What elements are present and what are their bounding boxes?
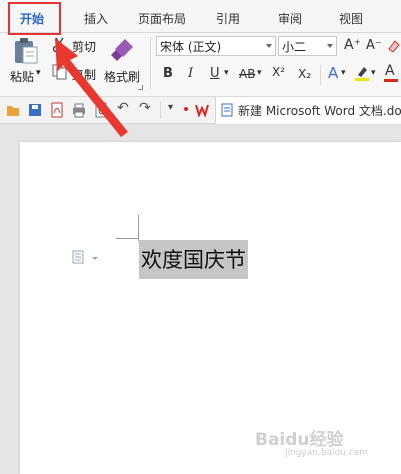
document-tab-title: 新建 Microsoft Word 文档.do [238,104,401,118]
cut-label: 剪切 [72,40,97,54]
grow-font-button[interactable]: A⁺ [344,37,361,53]
tab-references[interactable]: 引用 [216,10,240,27]
font-color-button[interactable]: A [384,63,398,83]
quick-access-toolbar: ↶ ↷ ▾ 新建 Microsoft Word 文档.do [0,97,401,124]
watermark: Baidu经验 [255,430,344,450]
margin-corner-mark [116,238,139,239]
copy-icon [52,64,67,80]
underline-button[interactable]: U [210,66,220,81]
watermark-sub: jingyan.baidu.com [285,448,369,458]
toolbar-separator [160,101,161,119]
format-painter-icon [111,39,133,61]
selected-text[interactable]: 欢度国庆节 [139,240,248,279]
copy-button[interactable]: 复制 [52,63,102,83]
print-icon[interactable] [72,102,86,118]
paste-button[interactable]: 粘贴 ▾ [6,35,46,91]
font-color-letter: A [385,63,395,79]
chevron-down-icon [327,44,333,48]
copy-label: 复制 [72,68,97,82]
subscript-button[interactable]: X₂ [298,67,311,81]
chevron-down-icon [266,44,272,48]
font-size-value: 小二 [282,40,307,54]
document-icon [221,103,233,117]
tab-insert[interactable]: 插入 [84,10,108,27]
ribbon-separator [150,37,151,89]
tab-review[interactable]: 审阅 [278,10,302,27]
cut-button[interactable]: 剪切 [52,36,102,56]
document-canvas[interactable] [0,124,401,474]
superscript-button[interactable]: X² [272,65,285,79]
format-painter-button[interactable]: 格式刷 [102,35,146,91]
undo-icon[interactable]: ↶ [117,100,129,116]
pdf-export-icon[interactable] [50,102,64,118]
document-page[interactable] [20,142,401,474]
font-family-select[interactable]: 宋体 (正文) [156,36,276,56]
strikethrough-button[interactable]: AB [239,67,255,81]
highlight-pen-icon[interactable] [354,64,370,82]
strikethrough-dropdown-icon[interactable]: ▾ [257,68,262,78]
wps-logo-icon[interactable] [195,103,213,117]
paste-icon [15,38,38,64]
font-size-select[interactable]: 小二 [278,36,337,56]
document-tab[interactable]: 新建 Microsoft Word 文档.do [215,97,401,124]
ribbon-separator [320,65,321,85]
tab-view[interactable]: 视图 [339,10,363,27]
ribbon-home: 粘贴 ▾ 剪切 复制 格式刷 宋体 (正文) 小二 A⁺ A⁻ B I U ▾ … [0,33,401,97]
tab-highlight-box [8,2,61,35]
tab-page-layout[interactable]: 页面布局 [138,10,186,27]
status-dot-icon [184,107,188,111]
bold-button[interactable]: B [163,66,173,81]
save-icon[interactable] [28,102,42,118]
redo-icon[interactable]: ↷ [139,100,151,116]
format-painter-label: 格式刷 [104,70,141,84]
paragraph-layout-icon[interactable] [72,250,84,264]
underline-dropdown-icon[interactable]: ▾ [224,68,229,78]
font-color-swatch [384,79,398,82]
italic-button[interactable]: I [188,66,193,81]
chevron-down-icon[interactable] [92,257,98,260]
open-icon[interactable] [6,102,20,118]
clipboard-dialog-launcher[interactable] [138,85,143,90]
print-preview-icon[interactable] [94,102,108,118]
font-family-value: 宋体 (正文) [160,40,222,54]
text-effect-button[interactable]: A [328,64,338,82]
clear-format-icon[interactable] [387,39,401,53]
customize-icon[interactable]: ▾ [168,102,173,113]
shrink-font-button[interactable]: A⁻ [366,38,382,53]
paste-label: 粘贴 [10,70,35,84]
highlight-dropdown-icon[interactable]: ▾ [371,68,376,78]
paste-dropdown-icon[interactable]: ▾ [36,68,41,78]
text-effect-dropdown-icon[interactable]: ▾ [341,68,346,78]
scissors-icon [52,37,67,53]
